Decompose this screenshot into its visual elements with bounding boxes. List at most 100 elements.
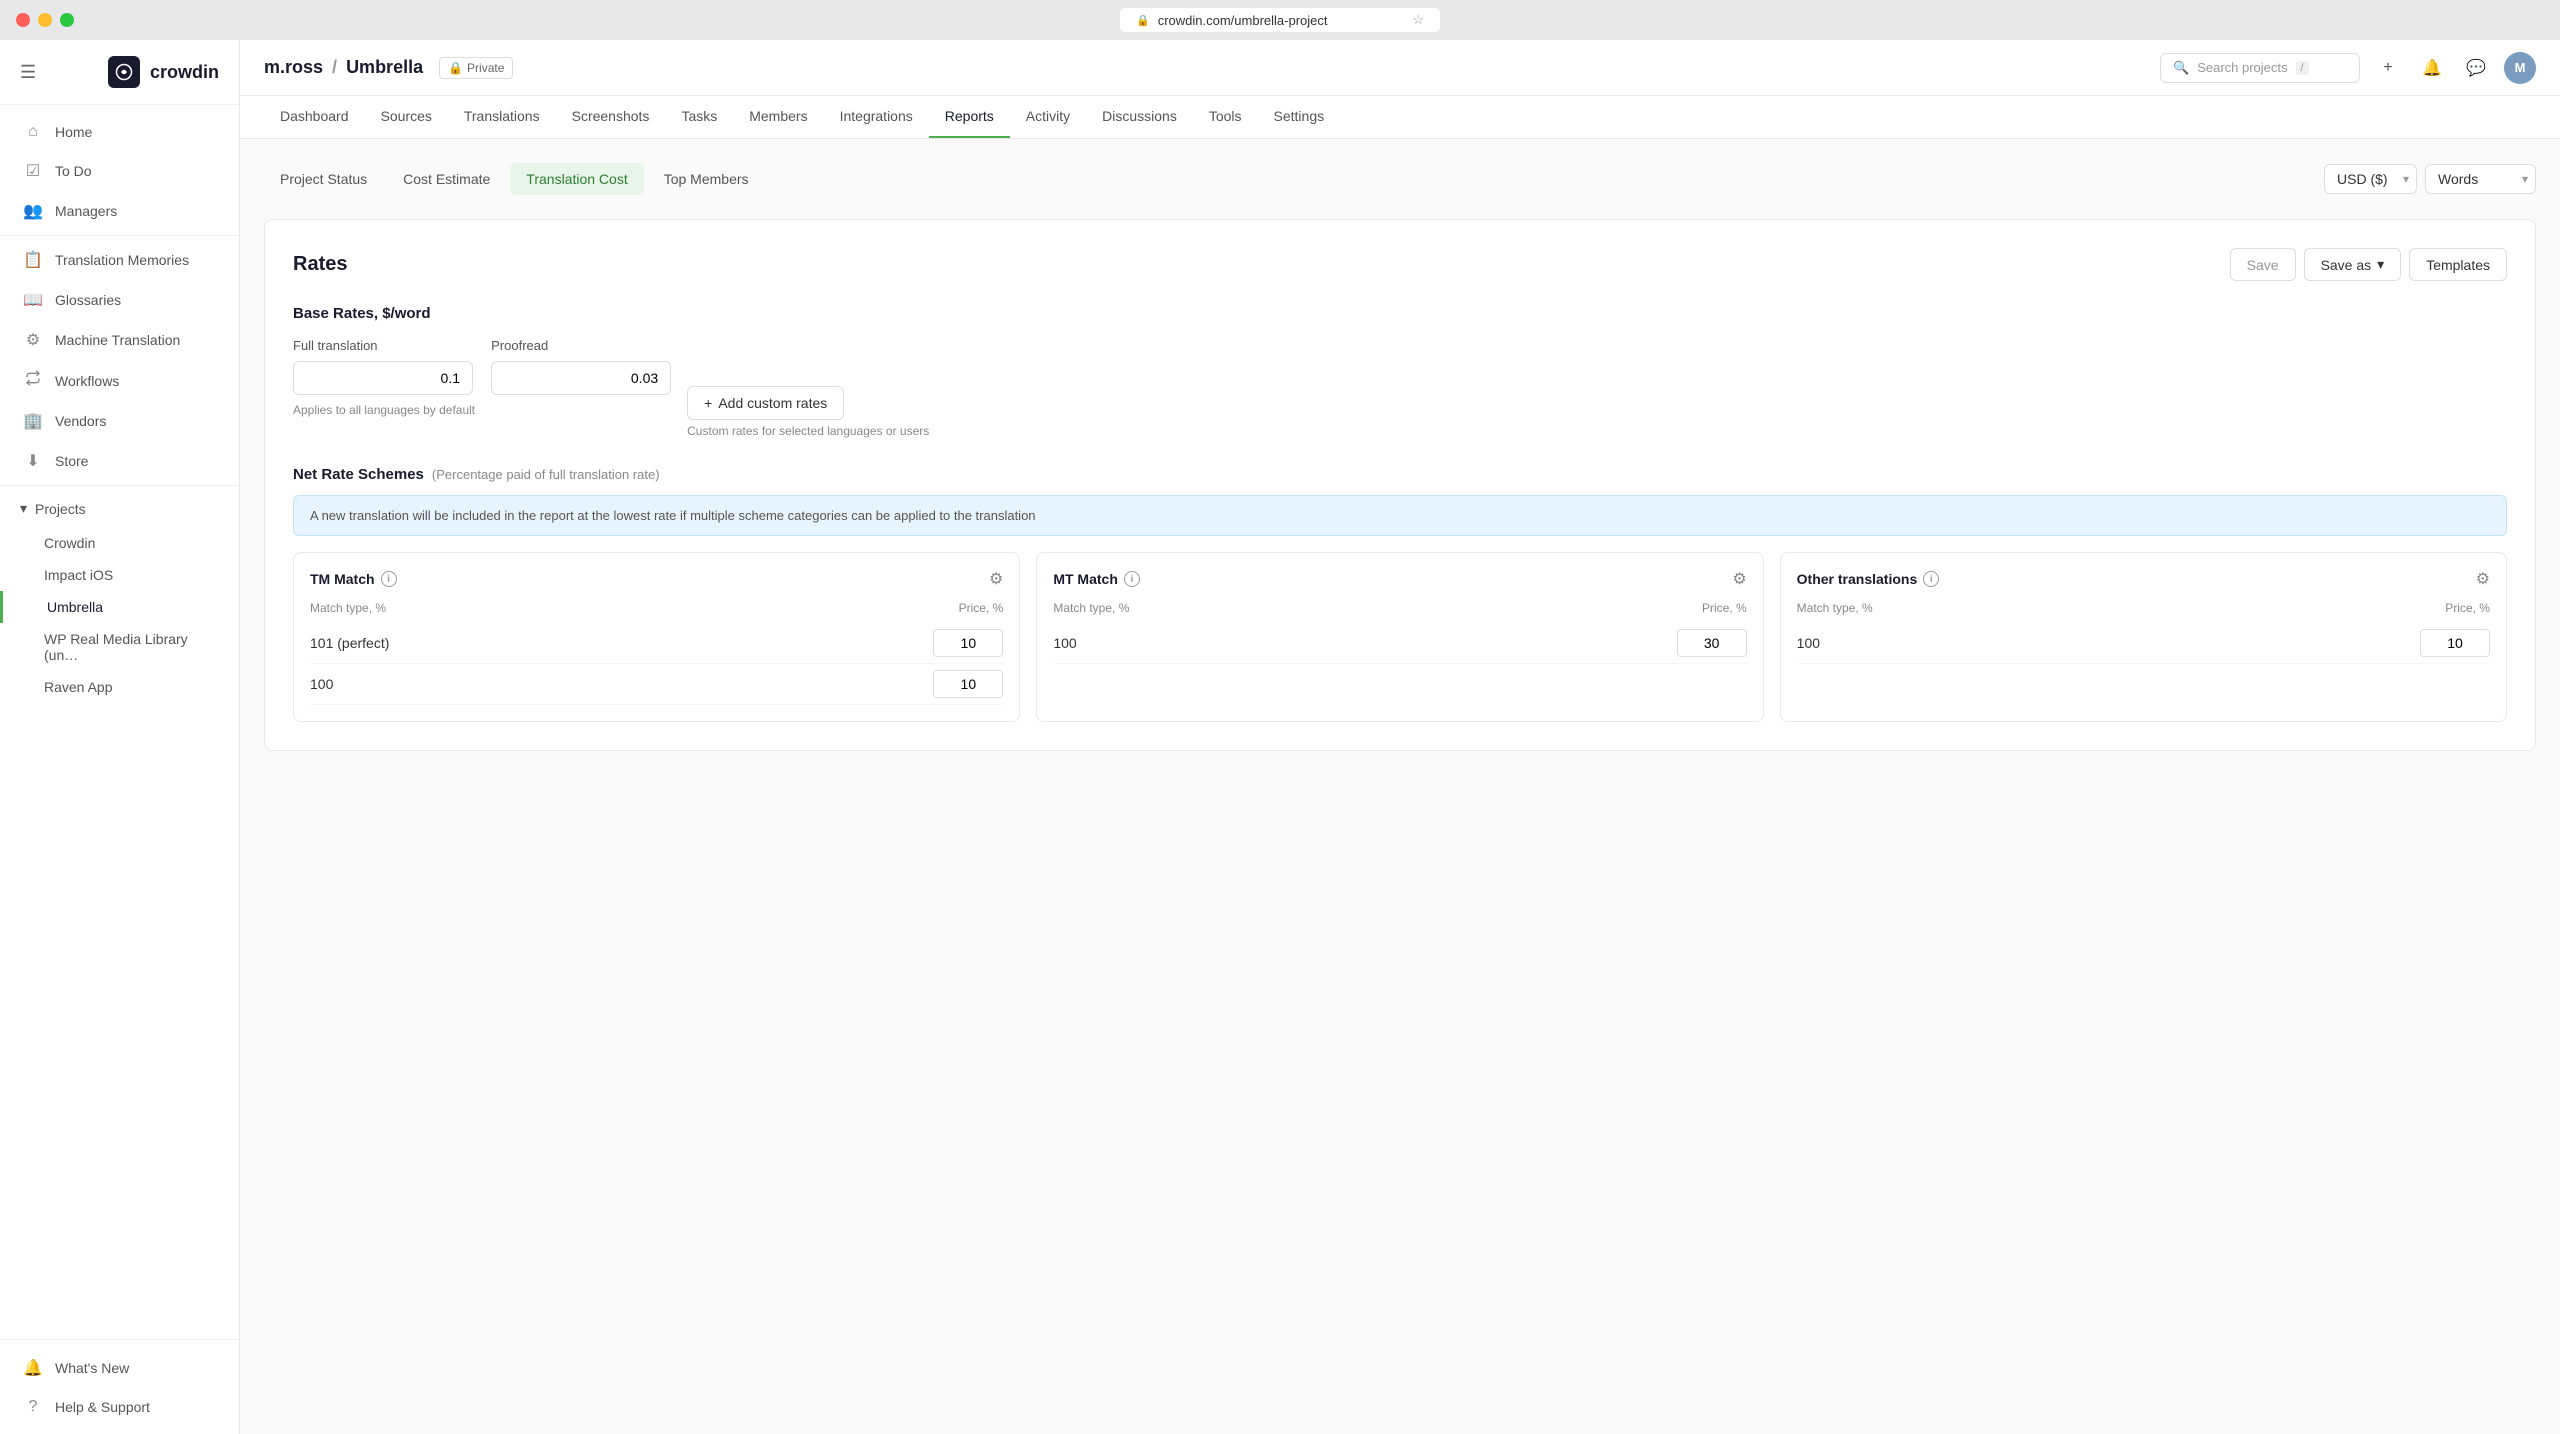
project-item-crowdin[interactable]: Crowdin xyxy=(0,527,239,559)
tab-reports[interactable]: Reports xyxy=(929,96,1010,138)
scheme-card-tm-match: TM Match i ⚙ Match type, % Price, % 101 … xyxy=(293,552,1020,722)
tab-integrations[interactable]: Integrations xyxy=(824,96,929,138)
tab-members[interactable]: Members xyxy=(733,96,823,138)
mt-match-type-label: Match type, % xyxy=(1053,601,1129,615)
help-icon: ? xyxy=(23,1398,43,1416)
maximize-dot[interactable] xyxy=(60,13,74,27)
mt-price-label: Price, % xyxy=(1702,601,1747,615)
sidebar-item-label: To Do xyxy=(55,163,92,179)
search-box[interactable]: 🔍 Search projects / xyxy=(2160,53,2360,83)
sidebar-item-label: Glossaries xyxy=(55,292,121,308)
projects-list: Crowdin Impact iOS Umbrella WP Real Medi… xyxy=(0,527,239,703)
workflows-icon xyxy=(23,370,43,391)
project-item-raven-app[interactable]: Raven App xyxy=(0,671,239,703)
mt-match-100: 100 xyxy=(1053,635,1076,651)
scheme-card-other-header: Other translations i ⚙ xyxy=(1797,569,2490,589)
breadcrumb-separator: / xyxy=(332,57,342,77)
tm-match-info-icon[interactable]: i xyxy=(381,571,397,587)
tm-price-100-input[interactable] xyxy=(933,670,1003,698)
sub-tab-top-members[interactable]: Top Members xyxy=(648,163,765,195)
tm-price-101-input[interactable] xyxy=(933,629,1003,657)
notifications-icon[interactable]: 🔔 xyxy=(2416,52,2448,84)
save-as-button[interactable]: Save as ▾ xyxy=(2304,248,2402,281)
messages-icon[interactable]: 💬 xyxy=(2460,52,2492,84)
sidebar-item-label: Translation Memories xyxy=(55,252,189,268)
project-item-umbrella[interactable]: Umbrella xyxy=(0,591,239,623)
mt-match-title: MT Match i xyxy=(1053,571,1140,587)
tab-translations[interactable]: Translations xyxy=(448,96,556,138)
minimize-dot[interactable] xyxy=(38,13,52,27)
sidebar-divider xyxy=(0,235,239,236)
sidebar-item-whats-new[interactable]: 🔔 What's New xyxy=(0,1348,239,1388)
sidebar-item-vendors[interactable]: 🏢 Vendors xyxy=(0,401,239,441)
project-item-wp-real-media[interactable]: WP Real Media Library (un… xyxy=(0,623,239,671)
projects-header[interactable]: ▾ Projects xyxy=(0,490,239,527)
other-info-icon[interactable]: i xyxy=(1923,571,1939,587)
sub-tab-project-status[interactable]: Project Status xyxy=(264,163,383,195)
sub-tab-actions: USD ($) EUR (€) GBP (£) Words Characters… xyxy=(2324,164,2536,194)
mt-match-gear-icon[interactable]: ⚙ xyxy=(1732,569,1746,589)
tab-discussions[interactable]: Discussions xyxy=(1086,96,1193,138)
sidebar-item-help-support[interactable]: ? Help & Support xyxy=(0,1388,239,1426)
sidebar-header: ☰ crowdin xyxy=(0,40,239,105)
tab-settings[interactable]: Settings xyxy=(1258,96,1341,138)
words-select[interactable]: Words Characters Segments xyxy=(2425,164,2536,194)
sidebar-logo xyxy=(108,56,140,88)
url-text: crowdin.com/umbrella-project xyxy=(1158,13,1328,28)
rates-card: Rates Save Save as ▾ Templates Base Rate… xyxy=(264,219,2536,751)
other-row-100: 100 xyxy=(1797,623,2490,664)
tm-match-cols: Match type, % Price, % xyxy=(310,601,1003,615)
sidebar-item-glossaries[interactable]: 📖 Glossaries xyxy=(0,280,239,320)
hamburger-icon[interactable]: ☰ xyxy=(20,62,36,83)
breadcrumb-project: Umbrella xyxy=(346,57,423,77)
lock-icon: 🔒 xyxy=(1136,14,1150,27)
project-item-impact-ios[interactable]: Impact iOS xyxy=(0,559,239,591)
mt-match-info-icon[interactable]: i xyxy=(1124,571,1140,587)
header-actions: 🔍 Search projects / + 🔔 💬 M xyxy=(2160,52,2536,84)
store-icon: ⬇ xyxy=(23,451,43,471)
mt-price-100-input[interactable] xyxy=(1677,629,1747,657)
sidebar-item-managers[interactable]: 👥 Managers xyxy=(0,191,239,231)
sidebar-item-store[interactable]: ⬇ Store xyxy=(0,441,239,481)
scheme-cards: TM Match i ⚙ Match type, % Price, % 101 … xyxy=(293,552,2507,722)
avatar[interactable]: M xyxy=(2504,52,2536,84)
main-content: m.ross / Umbrella 🔒 Private 🔍 Search pro… xyxy=(240,40,2560,1434)
sidebar-nav: ⌂ Home ☑ To Do 👥 Managers 📋 Translation … xyxy=(0,105,239,1339)
tab-activity[interactable]: Activity xyxy=(1010,96,1086,138)
add-button[interactable]: + xyxy=(2372,52,2404,84)
currency-select[interactable]: USD ($) EUR (€) GBP (£) xyxy=(2324,164,2417,194)
add-custom-rates-button[interactable]: + Add custom rates xyxy=(687,386,844,420)
address-bar[interactable]: 🔒 crowdin.com/umbrella-project ☆ xyxy=(1120,8,1440,32)
tab-tasks[interactable]: Tasks xyxy=(665,96,733,138)
tab-screenshots[interactable]: Screenshots xyxy=(556,96,666,138)
other-gear-icon[interactable]: ⚙ xyxy=(2476,569,2490,589)
sidebar-item-label: Store xyxy=(55,453,88,469)
sub-tab-cost-estimate[interactable]: Cost Estimate xyxy=(387,163,506,195)
sidebar-item-machine-translation[interactable]: ⚙ Machine Translation xyxy=(0,320,239,360)
words-select-wrapper: Words Characters Segments xyxy=(2425,164,2536,194)
proofread-input[interactable] xyxy=(491,361,671,395)
managers-icon: 👥 xyxy=(23,201,43,221)
custom-rates-note: Custom rates for selected languages or u… xyxy=(687,424,929,438)
bookmark-icon[interactable]: ☆ xyxy=(1412,12,1424,28)
save-button[interactable]: Save xyxy=(2230,248,2296,281)
sidebar-item-home[interactable]: ⌂ Home xyxy=(0,113,239,151)
tab-sources[interactable]: Sources xyxy=(365,96,448,138)
full-translation-input[interactable] xyxy=(293,361,473,395)
private-label: Private xyxy=(467,61,504,75)
title-bar: 🔒 crowdin.com/umbrella-project ☆ xyxy=(0,0,2560,40)
mt-match-cols: Match type, % Price, % xyxy=(1053,601,1746,615)
sidebar-item-todo[interactable]: ☑ To Do xyxy=(0,151,239,191)
sub-tab-translation-cost[interactable]: Translation Cost xyxy=(510,163,643,195)
tab-dashboard[interactable]: Dashboard xyxy=(264,96,365,138)
tab-tools[interactable]: Tools xyxy=(1193,96,1258,138)
close-dot[interactable] xyxy=(16,13,30,27)
sidebar-item-translation-memories[interactable]: 📋 Translation Memories xyxy=(0,240,239,280)
net-rate-subtitle: (Percentage paid of full translation rat… xyxy=(432,467,660,482)
tm-match-gear-icon[interactable]: ⚙ xyxy=(989,569,1003,589)
rates-actions: Save Save as ▾ Templates xyxy=(2230,248,2507,281)
sidebar-item-workflows[interactable]: Workflows xyxy=(0,360,239,401)
proofread-label: Proofread xyxy=(491,338,671,353)
templates-button[interactable]: Templates xyxy=(2409,248,2507,281)
other-price-100-input[interactable] xyxy=(2420,629,2490,657)
